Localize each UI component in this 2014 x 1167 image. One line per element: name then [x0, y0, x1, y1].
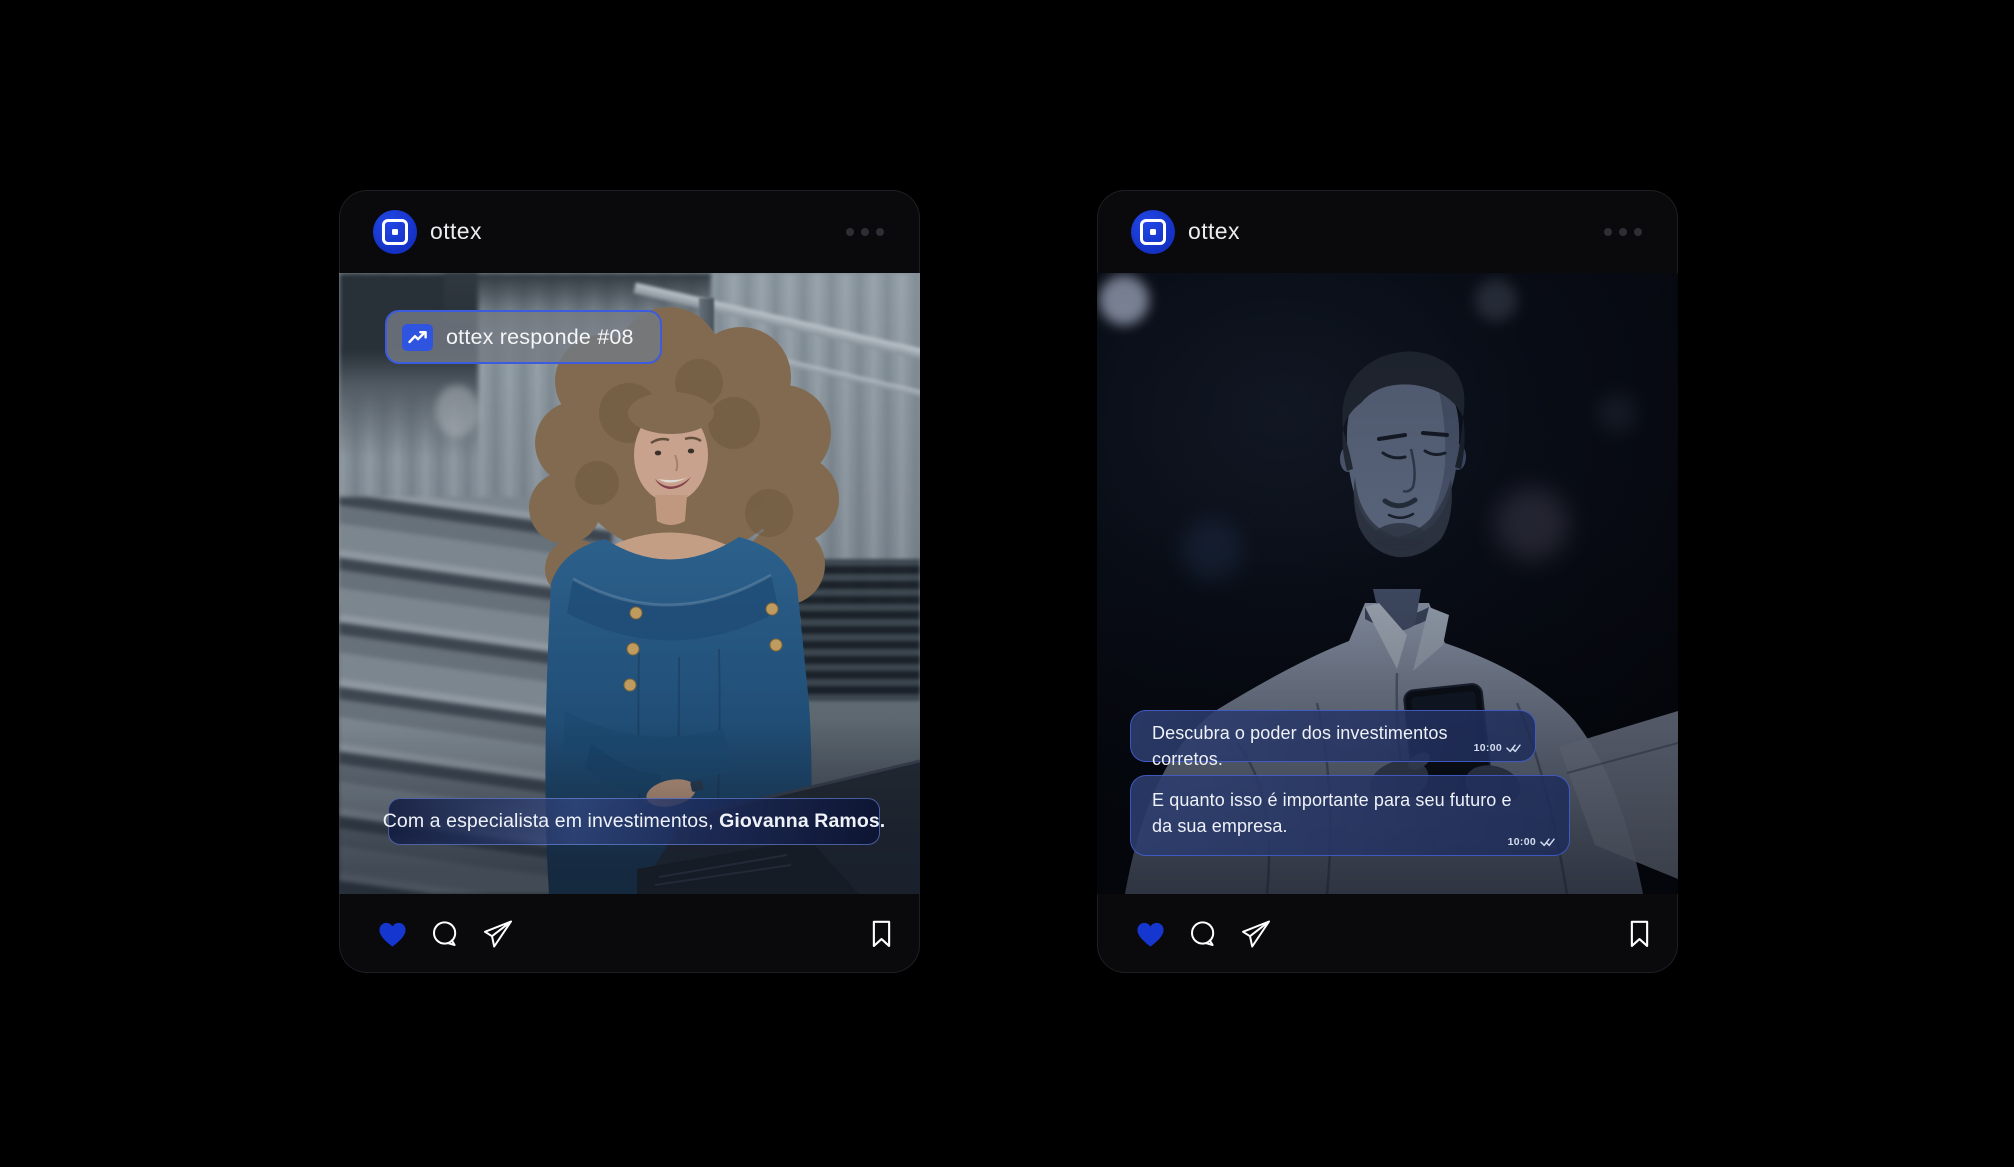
badge-label: ottex responde #08: [446, 325, 634, 350]
post-header: ottex: [1097, 190, 1678, 273]
post-card: ottex: [1097, 190, 1678, 973]
share-button[interactable]: [1240, 918, 1272, 950]
logo-mark: [1140, 219, 1166, 245]
specialist-name: Giovanna Ramos.: [719, 810, 885, 832]
three-dots-menu-icon[interactable]: [1604, 228, 1642, 236]
post-actions: [339, 894, 920, 973]
bubble-time: 10:00: [1508, 836, 1536, 848]
double-check-icon: [1506, 743, 1521, 753]
bubble-meta: 10:00: [1474, 742, 1521, 754]
caption-pill: Com a especialista em investimentos, Gio…: [388, 798, 880, 845]
logo-dot: [392, 229, 398, 235]
bubble-text: Descubra o poder dos investimentos corre…: [1152, 720, 1517, 772]
ottex-logo-icon[interactable]: [373, 210, 417, 254]
comment-button[interactable]: [1188, 919, 1218, 949]
double-check-icon: [1540, 837, 1555, 847]
bubble-time: 10:00: [1474, 742, 1502, 754]
comment-button[interactable]: [430, 919, 460, 949]
post-image-man-phone: Descubra o poder dos investimentos corre…: [1097, 273, 1678, 894]
comment-bubble-icon: [1188, 919, 1218, 949]
post-header: ottex: [339, 190, 920, 273]
chat-bubble: E quanto isso é importante para seu futu…: [1130, 775, 1570, 856]
paper-plane-icon: [482, 918, 514, 950]
chat-bubble: Descubra o poder dos investimentos corre…: [1130, 710, 1536, 762]
bubble-meta: 10:00: [1508, 836, 1555, 848]
like-button[interactable]: [377, 920, 408, 948]
ottex-responde-badge: ottex responde #08: [385, 310, 662, 364]
heart-icon: [1135, 920, 1166, 948]
bookmark-icon: [1629, 919, 1650, 949]
ottex-logo-icon[interactable]: [1131, 210, 1175, 254]
username[interactable]: ottex: [430, 218, 482, 245]
heart-icon: [377, 920, 408, 948]
post-actions: [1097, 894, 1678, 973]
like-button[interactable]: [1135, 920, 1166, 948]
post-card: ottex: [339, 190, 920, 973]
canvas: ottex: [0, 0, 2014, 1167]
bubble-text: E quanto isso é importante para seu futu…: [1152, 787, 1524, 839]
share-button[interactable]: [482, 918, 514, 950]
post-image-woman-investor: ottex responde #08 Com a especialista em…: [339, 273, 920, 894]
save-button[interactable]: [1629, 919, 1650, 949]
paper-plane-icon: [1240, 918, 1272, 950]
bookmark-icon: [871, 919, 892, 949]
logo-mark: [382, 219, 408, 245]
caption-text: Com a especialista em investimentos, Gio…: [383, 810, 886, 833]
comment-bubble-icon: [430, 919, 460, 949]
username[interactable]: ottex: [1188, 218, 1240, 245]
logo-dot: [1150, 229, 1156, 235]
three-dots-menu-icon[interactable]: [846, 228, 884, 236]
save-button[interactable]: [871, 919, 892, 949]
trending-up-icon: [402, 324, 433, 351]
